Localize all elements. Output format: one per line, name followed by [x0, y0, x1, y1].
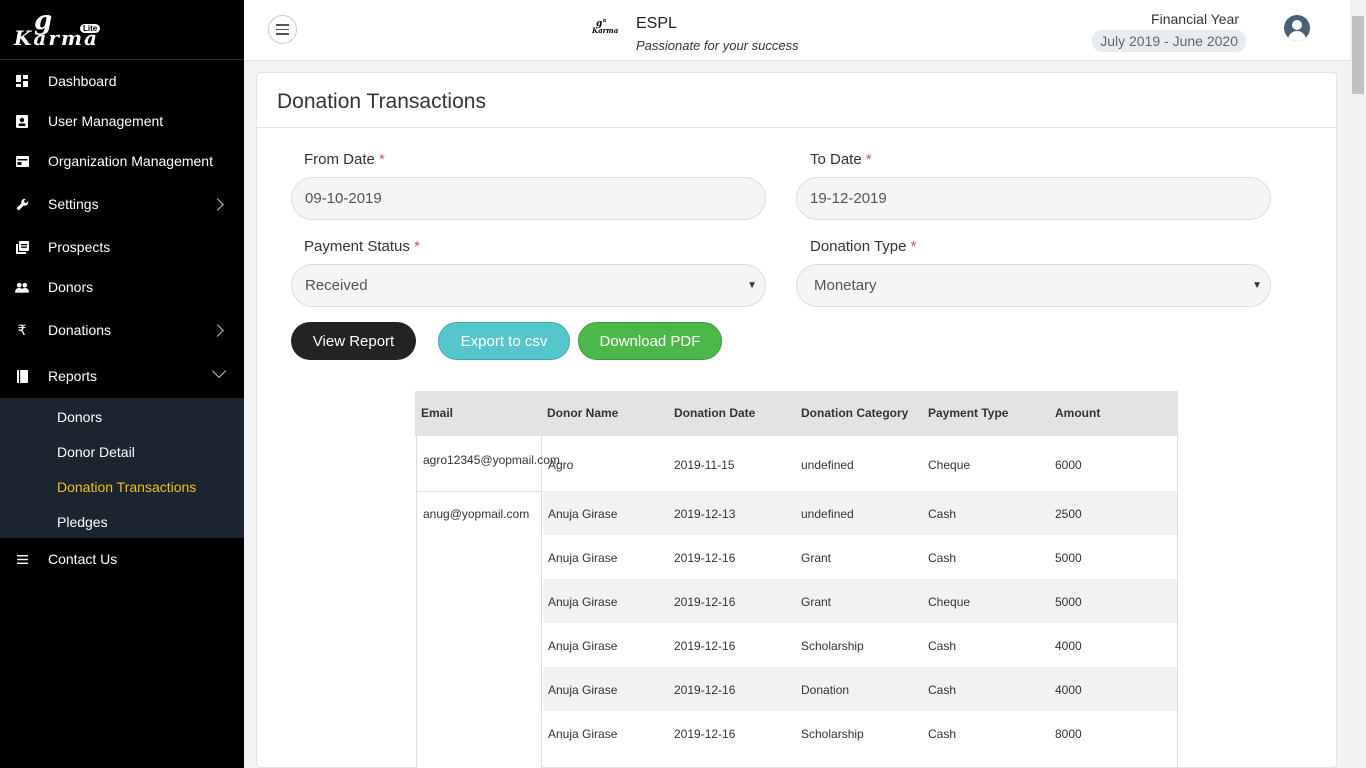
column-header-donor-name[interactable]: Donor Name: [547, 406, 618, 420]
table-row[interactable]: Anuja Girase 2019-12-16 Donation Cash 40…: [543, 667, 1178, 711]
email-cell: agro12345@yopmail.com: [423, 453, 560, 467]
user-card-icon: [15, 114, 29, 128]
menu-toggle-button[interactable]: [268, 15, 297, 44]
sidebar-item-user-management[interactable]: User Management: [0, 101, 244, 141]
app-logo[interactable]: g Karma Lite: [0, 0, 244, 60]
submenu-item-donor-detail[interactable]: Donor Detail: [57, 444, 135, 460]
donation-transactions-card: Donation Transactions From Date * 09-10-…: [256, 72, 1337, 768]
rupee-icon: ₹: [17, 321, 27, 338]
sidebar-item-reports[interactable]: Reports: [0, 356, 244, 396]
submenu-item-donation-transactions[interactable]: Donation Transactions: [57, 479, 196, 495]
download-pdf-button[interactable]: Download PDF: [578, 322, 722, 360]
top-header: g° Karma ESPL Passionate for your success…: [244, 0, 1350, 61]
sidebar-item-label: Organization Management: [48, 153, 213, 169]
column-header-payment-type[interactable]: Payment Type: [928, 406, 1008, 420]
payment-status-select[interactable]: Received ▼: [291, 264, 766, 307]
dropdown-arrow-icon: ▼: [747, 280, 757, 291]
sidebar: g Karma Lite Dashboard User Management O…: [0, 0, 244, 768]
user-avatar[interactable]: [1284, 15, 1310, 41]
sidebar-item-label: Reports: [48, 368, 98, 384]
sidebar-item-donations[interactable]: ₹ Donations: [0, 310, 244, 350]
sidebar-item-dashboard[interactable]: Dashboard: [0, 61, 244, 101]
sidebar-item-label: User Management: [48, 113, 164, 129]
list-icon: [15, 552, 29, 566]
column-header-amount[interactable]: Amount: [1055, 406, 1100, 420]
financial-year-badge[interactable]: July 2019 - June 2020: [1092, 30, 1246, 52]
chevron-right-icon: [211, 323, 224, 337]
chevron-down-icon: [211, 363, 227, 379]
from-date-input[interactable]: 09-10-2019: [291, 177, 766, 220]
book-icon: [15, 369, 29, 383]
sidebar-item-label: Donors: [48, 279, 94, 295]
donation-type-select[interactable]: Monetary ▼: [796, 264, 1271, 307]
column-header-donation-category[interactable]: Donation Category: [801, 406, 908, 420]
table-row[interactable]: Agro 2019-11-15 undefined Cheque 6000: [543, 436, 1178, 491]
org-logo-icon: g° Karma: [591, 18, 622, 35]
sidebar-item-label: Contact Us: [48, 551, 118, 567]
transactions-table: Email Donor Name Donation Date Donation …: [415, 391, 1178, 768]
dashboard-icon: [15, 74, 29, 88]
dropdown-arrow-icon: ▼: [1252, 280, 1262, 291]
submenu-item-pledges[interactable]: Pledges: [57, 514, 108, 530]
email-cell: anug@yopmail.com: [423, 507, 530, 521]
sidebar-item-label: Dashboard: [48, 73, 117, 89]
wrench-icon: [15, 197, 29, 211]
prospects-icon: [15, 240, 29, 254]
sidebar-item-label: Settings: [48, 196, 99, 212]
to-date-label: To Date *: [810, 151, 872, 168]
sidebar-item-prospects[interactable]: Prospects: [0, 227, 244, 267]
hamburger-icon: [276, 24, 289, 26]
table-row[interactable]: Anuja Girase 2019-12-16 Scholarship Cash…: [543, 623, 1178, 667]
column-header-email[interactable]: Email: [421, 406, 453, 420]
table-header: Email Donor Name Donation Date Donation …: [415, 391, 1178, 436]
reports-submenu: Donors Donor Detail Donation Transaction…: [0, 398, 244, 538]
org-name: ESPL: [636, 15, 677, 32]
scrollbar-thumb[interactable]: [1352, 16, 1364, 94]
page-scrollbar[interactable]: [1350, 0, 1366, 768]
divider: [257, 127, 1336, 128]
table-row[interactable]: Anuja Girase 2019-12-16 Grant Cash 5000: [543, 535, 1178, 579]
export-csv-button[interactable]: Export to csv: [438, 322, 570, 360]
organization-icon: [15, 154, 29, 168]
sidebar-item-donors[interactable]: Donors: [0, 267, 244, 307]
sidebar-item-organization-management[interactable]: Organization Management: [0, 141, 244, 181]
people-icon: [15, 280, 29, 294]
table-row[interactable]: Anuja Girase 2019-12-13 undefined Cash 2…: [543, 491, 1178, 535]
view-report-button[interactable]: View Report: [291, 322, 416, 360]
org-tagline: Passionate for your success: [636, 38, 799, 53]
sidebar-item-label: Prospects: [48, 239, 111, 255]
donation-type-label: Donation Type *: [810, 238, 917, 255]
sidebar-item-label: Donations: [48, 322, 112, 338]
sidebar-item-contact-us[interactable]: Contact Us: [0, 539, 244, 579]
email-column: agro12345@yopmail.com anug@yopmail.com: [416, 436, 560, 768]
from-date-label: From Date *: [304, 151, 385, 168]
table-row[interactable]: Anuja Girase 2019-12-16 Grant Cheque 500…: [543, 579, 1178, 623]
financial-year-label: Financial Year: [1151, 11, 1239, 27]
chevron-right-icon: [211, 197, 224, 211]
page-title: Donation Transactions: [277, 90, 486, 113]
table-row[interactable]: Anuja Girase 2019-12-16 Scholarship Cash…: [543, 711, 1178, 755]
submenu-item-donors[interactable]: Donors: [57, 409, 102, 425]
payment-status-label: Payment Status *: [304, 238, 420, 255]
to-date-input[interactable]: 19-12-2019: [796, 177, 1271, 220]
sidebar-item-settings[interactable]: Settings: [0, 184, 244, 224]
logo-badge: Lite: [80, 24, 101, 33]
column-header-donation-date[interactable]: Donation Date: [674, 406, 755, 420]
svg-text:Karma: Karma: [592, 26, 619, 34]
